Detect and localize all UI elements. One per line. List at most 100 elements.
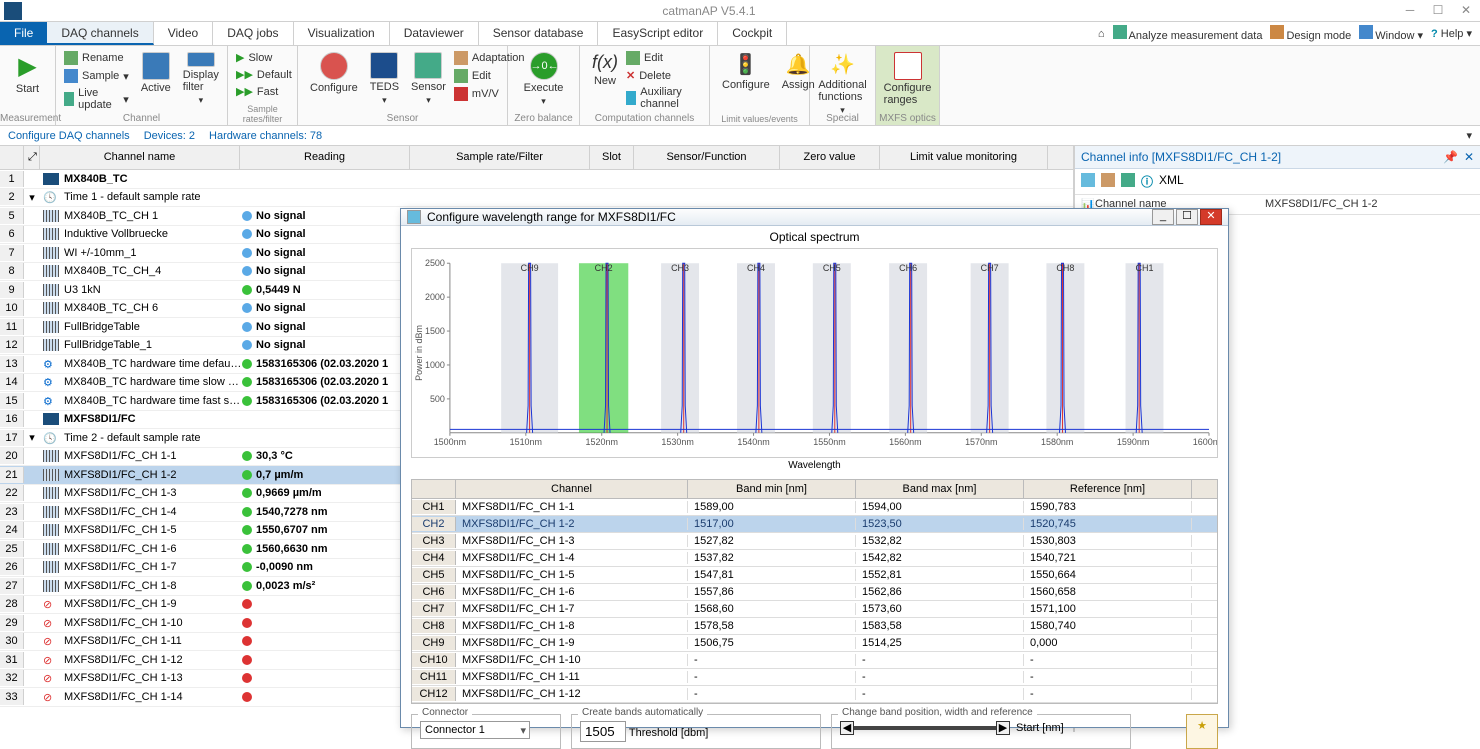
execute-button[interactable]: →0←Execute▾ [514, 48, 573, 111]
display-filter-button[interactable]: Display filter▾ [177, 48, 225, 110]
default-button[interactable]: ▶▶Default [234, 67, 291, 82]
maximize-button[interactable]: ☐ [1424, 0, 1452, 22]
tab-video[interactable]: Video [154, 22, 213, 45]
xml-link[interactable]: XML [1159, 173, 1184, 190]
dialog-minimize-button[interactable]: _ [1152, 209, 1174, 225]
title-bar: catmanAP V5.4.1 ─ ☐ ✕ [0, 0, 1480, 22]
connector-select[interactable]: Connector 1 [420, 721, 530, 739]
help-menu[interactable]: ? Help ▾ [1431, 27, 1472, 40]
dialog-title: Configure wavelength range for MXFS8DI1/… [427, 210, 676, 224]
edit-comp-button[interactable]: Edit [624, 50, 703, 66]
app-title: catmanAP V5.4.1 [22, 4, 1396, 18]
sample-button[interactable]: Sample ▾ [62, 68, 131, 84]
live-update-button[interactable]: Live update ▾ [62, 86, 131, 112]
sensor-button[interactable]: Sensor▾ [405, 48, 452, 110]
band-row[interactable]: CH1MXFS8DI1/FC_CH 1-11589,001594,001590,… [412, 499, 1217, 516]
tab-easyscript-editor[interactable]: EasyScript editor [598, 22, 718, 45]
rename-button[interactable]: Rename [62, 50, 131, 66]
col-band-ref[interactable]: Reference [nm] [1024, 480, 1192, 498]
design-mode-link[interactable]: Design mode [1270, 25, 1351, 42]
group-special: Special [810, 113, 875, 124]
info-icon-info[interactable]: ⓘ [1141, 173, 1153, 190]
info-icon-3[interactable] [1121, 173, 1135, 187]
col-channel-name[interactable]: Channel name [40, 146, 240, 169]
tab-daq-jobs[interactable]: DAQ jobs [213, 22, 293, 45]
devices-count: Devices: 2 [144, 130, 195, 142]
band-row[interactable]: CH9MXFS8DI1/FC_CH 1-91506,751514,250,000 [412, 635, 1217, 652]
additional-functions-button[interactable]: ✨Additional functions▾ [816, 48, 869, 120]
panel-close-icon[interactable]: ✕ [1464, 150, 1474, 164]
configure-ranges-button[interactable]: Configure ranges [882, 48, 933, 110]
close-button[interactable]: ✕ [1452, 0, 1480, 22]
aux-channel-button[interactable]: Auxiliary channel [624, 85, 703, 111]
configure-daq-link[interactable]: Configure DAQ channels [8, 130, 130, 142]
fast-button[interactable]: ▶▶Fast [234, 84, 291, 99]
dialog-close-button[interactable]: ✕ [1200, 209, 1222, 225]
minimize-button[interactable]: ─ [1396, 0, 1424, 22]
band-row[interactable]: CH8MXFS8DI1/FC_CH 1-81578,581583,581580,… [412, 618, 1217, 635]
col-band-id[interactable] [412, 480, 456, 498]
pin-icon[interactable]: 📌 [1443, 150, 1458, 164]
col-filter[interactable]: Sample rate/Filter [410, 146, 590, 169]
tab-sensor-database[interactable]: Sensor database [479, 22, 599, 45]
configure-limits-button[interactable]: 🚦Configure [716, 48, 776, 110]
hardware-channels-count: Hardware channels: 78 [209, 130, 322, 142]
window-menu[interactable]: Window ▾ [1359, 25, 1423, 42]
svg-text:2000: 2000 [425, 292, 445, 302]
tab-dataviewer[interactable]: Dataviewer [390, 22, 479, 45]
svg-text:CH2: CH2 [595, 263, 613, 273]
col-slot[interactable]: Slot [590, 146, 634, 169]
channel-row[interactable]: 2▾🕓Time 1 - default sample rate [0, 189, 1073, 208]
threshold-label: Threshold [dbm] [629, 727, 708, 739]
channel-row[interactable]: 1MX840B_TC [0, 170, 1073, 189]
info-icon-1[interactable] [1081, 173, 1095, 187]
new-computation-button[interactable]: f(x)New [586, 48, 624, 110]
analyze-link[interactable]: Analyze measurement data [1113, 25, 1263, 42]
band-row[interactable]: CH6MXFS8DI1/FC_CH 1-61557,861562,861560,… [412, 584, 1217, 601]
info-icon-2[interactable] [1101, 173, 1115, 187]
band-row[interactable]: CH4MXFS8DI1/FC_CH 1-41537,821542,821540,… [412, 550, 1217, 567]
band-row[interactable]: CH10MXFS8DI1/FC_CH 1-10--- [412, 652, 1217, 669]
col-zero[interactable]: Zero value [780, 146, 880, 169]
col-band-channel[interactable]: Channel [456, 480, 688, 498]
col-band-max[interactable]: Band max [nm] [856, 480, 1024, 498]
configure-wavelength-dialog: Configure wavelength range for MXFS8DI1/… [400, 208, 1229, 728]
teds-button[interactable]: TEDS▾ [364, 48, 405, 110]
dialog-title-bar[interactable]: Configure wavelength range for MXFS8DI1/… [401, 209, 1228, 226]
slow-button[interactable]: ▶Slow [234, 50, 291, 65]
info-title: Channel info [MXFS8DI1/FC_CH 1-2] [1081, 150, 1281, 164]
chart-xlabel: Wavelength [401, 458, 1228, 473]
optical-spectrum-chart[interactable]: 50010001500200025001500nm1510nm1520nm153… [411, 248, 1218, 458]
band-row[interactable]: CH12MXFS8DI1/FC_CH 1-12--- [412, 686, 1217, 703]
home-icon[interactable]: ⌂ [1098, 28, 1105, 40]
col-limit[interactable]: Limit value monitoring [880, 146, 1048, 169]
band-row[interactable]: CH11MXFS8DI1/FC_CH 1-11--- [412, 669, 1217, 686]
band-row[interactable]: CH2MXFS8DI1/FC_CH 1-21517,001523,501520,… [412, 516, 1217, 533]
active-button[interactable]: Active [135, 48, 177, 110]
auto-bands-label: Create bands automatically [578, 707, 707, 718]
band-row[interactable]: CH5MXFS8DI1/FC_CH 1-51547,811552,811550,… [412, 567, 1217, 584]
col-sensor[interactable]: Sensor/Function [634, 146, 780, 169]
dialog-maximize-button[interactable]: ☐ [1176, 209, 1198, 225]
svg-text:Power in dBm: Power in dBm [414, 325, 424, 381]
tab-daq-channels[interactable]: DAQ channels [47, 22, 153, 45]
svg-text:CH6: CH6 [899, 263, 917, 273]
col-reading[interactable]: Reading [240, 146, 410, 169]
svg-text:CH8: CH8 [1056, 263, 1074, 273]
configure-button[interactable]: Configure [304, 48, 364, 110]
svg-text:1580nm: 1580nm [1041, 437, 1073, 447]
tab-cockpit[interactable]: Cockpit [718, 22, 787, 45]
band-row[interactable]: CH7MXFS8DI1/FC_CH 1-71568,601573,601571,… [412, 601, 1217, 618]
band-row[interactable]: CH3MXFS8DI1/FC_CH 1-31527,821532,821530,… [412, 533, 1217, 550]
svg-text:1540nm: 1540nm [737, 437, 769, 447]
svg-text:1600nm: 1600nm [1193, 437, 1217, 447]
start-button[interactable]: ▶ Start [6, 48, 49, 99]
svg-text:CH4: CH4 [747, 263, 765, 273]
col-band-min[interactable]: Band min [nm] [688, 480, 856, 498]
file-tab[interactable]: File [0, 22, 47, 45]
band-start-slider[interactable]: ◀▶ [840, 721, 1010, 735]
delete-comp-button[interactable]: ✕Delete [624, 68, 703, 83]
dropdown-toggle[interactable]: ▾ [1466, 129, 1472, 142]
tab-visualization[interactable]: Visualization [294, 22, 390, 45]
chart-title: Optical spectrum [401, 226, 1228, 248]
